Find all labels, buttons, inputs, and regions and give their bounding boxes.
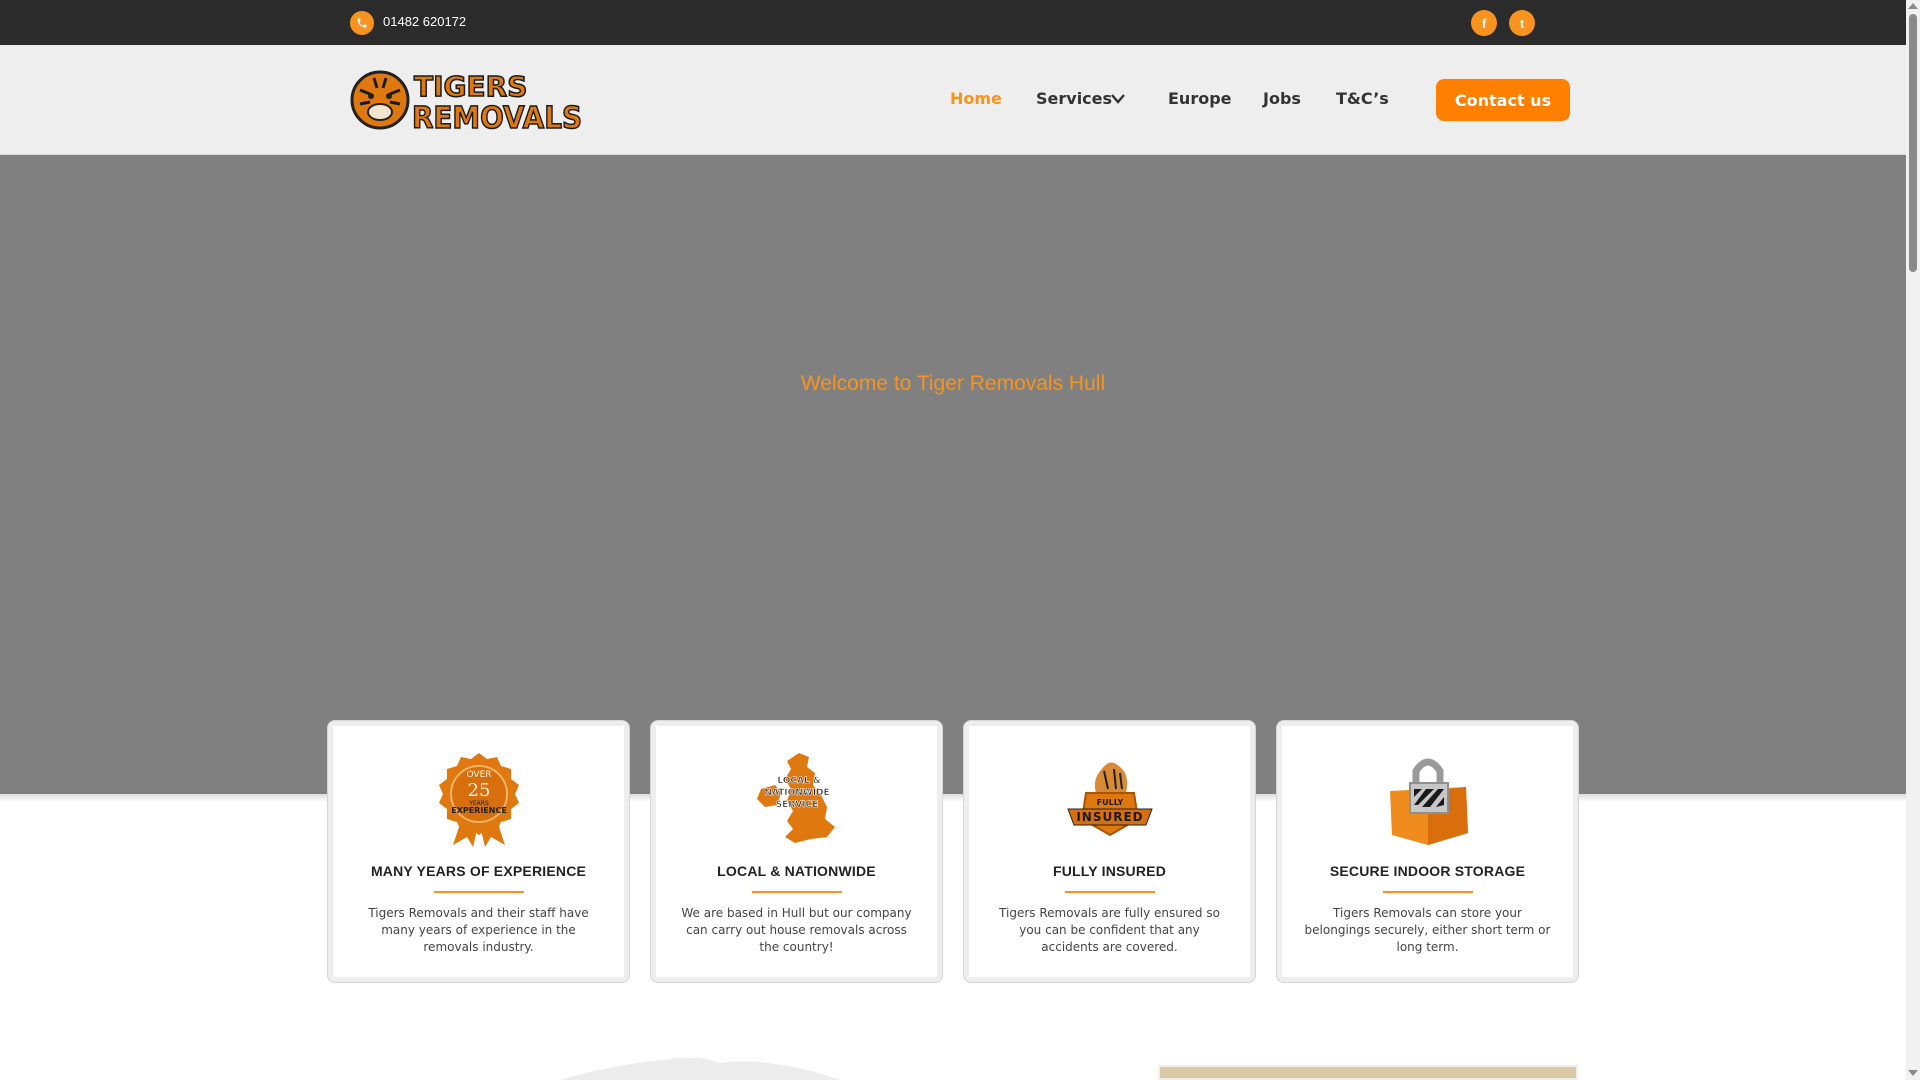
hero-divider: [0, 794, 1906, 802]
padlock-box-icon: [1389, 758, 1468, 845]
card-underline: [433, 891, 524, 893]
svg-text:FULLY: FULLY: [1096, 798, 1123, 807]
hero-banner: [0, 155, 1906, 794]
feature-card-nationwide: LOCAL & NATIONWIDE SERVICE LOCAL & NATIO…: [650, 720, 943, 983]
card-underline: [1382, 891, 1473, 893]
feature-card-storage: SECURE INDOOR STORAGE Tigers Removals ca…: [1276, 720, 1579, 983]
svg-text:INSURED: INSURED: [1076, 810, 1143, 824]
card-title: FULLY INSURED: [1052, 863, 1167, 879]
svg-text:TIGERS: TIGERS: [414, 70, 527, 103]
removals-photo: [1158, 1065, 1578, 1080]
scroll-down-icon[interactable]: [1908, 1070, 1918, 1076]
contact-us-button[interactable]: Contact us: [1436, 79, 1570, 121]
nav-services[interactable]: Services: [1036, 89, 1112, 109]
card-title: MANY YEARS OF EXPERIENCE: [370, 863, 587, 879]
phone-number[interactable]: 01482 620172: [383, 14, 466, 30]
experience-badge-icon: OVER 25 YEARS EXPERIENCE: [438, 753, 519, 847]
svg-text:SERVICE: SERVICE: [775, 800, 818, 810]
card-text: Tigers Removals can store your belonging…: [1304, 906, 1551, 954]
feature-card-insured: FULLY INSURED FULLY INSURED Tigers Remov…: [963, 720, 1256, 983]
tigers-removals-logo[interactable]: TIGERS REMOVALS: [346, 64, 586, 134]
nav-home[interactable]: Home: [950, 89, 1002, 109]
twitter-icon[interactable]: t: [1509, 10, 1535, 36]
svg-text:OVER: OVER: [466, 770, 491, 780]
svg-text:LOCAL &: LOCAL &: [777, 776, 821, 786]
top-bar: [0, 0, 1906, 45]
nav-europe[interactable]: Europe: [1168, 89, 1232, 109]
facebook-icon[interactable]: f: [1471, 10, 1497, 36]
tiger-watermark-image: [560, 1057, 840, 1080]
card-underline: [1064, 891, 1155, 893]
svg-text:EXPERIENCE: EXPERIENCE: [451, 806, 507, 815]
svg-text:NATIONWIDE: NATIONWIDE: [764, 788, 829, 798]
feature-card-experience: OVER 25 YEARS EXPERIENCE MANY YEARS OF E…: [327, 720, 630, 983]
card-title: LOCAL & NATIONWIDE: [717, 863, 876, 879]
nav-terms[interactable]: T&C’s: [1336, 89, 1389, 109]
scrollbar-thumb[interactable]: [1909, 14, 1917, 272]
phone-icon[interactable]: [350, 11, 374, 35]
card-text: Tigers Removals are fully ensured so you…: [999, 906, 1220, 954]
card-text: We are based in Hull but our company can…: [681, 906, 912, 954]
card-underline: [751, 891, 842, 893]
hero-title: Welcome to Tiger Removals Hull: [800, 372, 1106, 395]
nav-jobs[interactable]: Jobs: [1263, 89, 1301, 109]
chevron-down-icon[interactable]: [1110, 92, 1126, 106]
card-title: SECURE INDOOR STORAGE: [1329, 863, 1526, 879]
svg-text:25: 25: [467, 780, 490, 801]
svg-text:REMOVALS: REMOVALS: [412, 101, 582, 134]
insured-badge-icon: FULLY INSURED: [1066, 762, 1153, 837]
card-text: Tigers Removals and their staff have man…: [368, 906, 589, 954]
scroll-up-icon[interactable]: [1908, 3, 1918, 9]
uk-map-icon: LOCAL & NATIONWIDE SERVICE: [756, 753, 835, 843]
